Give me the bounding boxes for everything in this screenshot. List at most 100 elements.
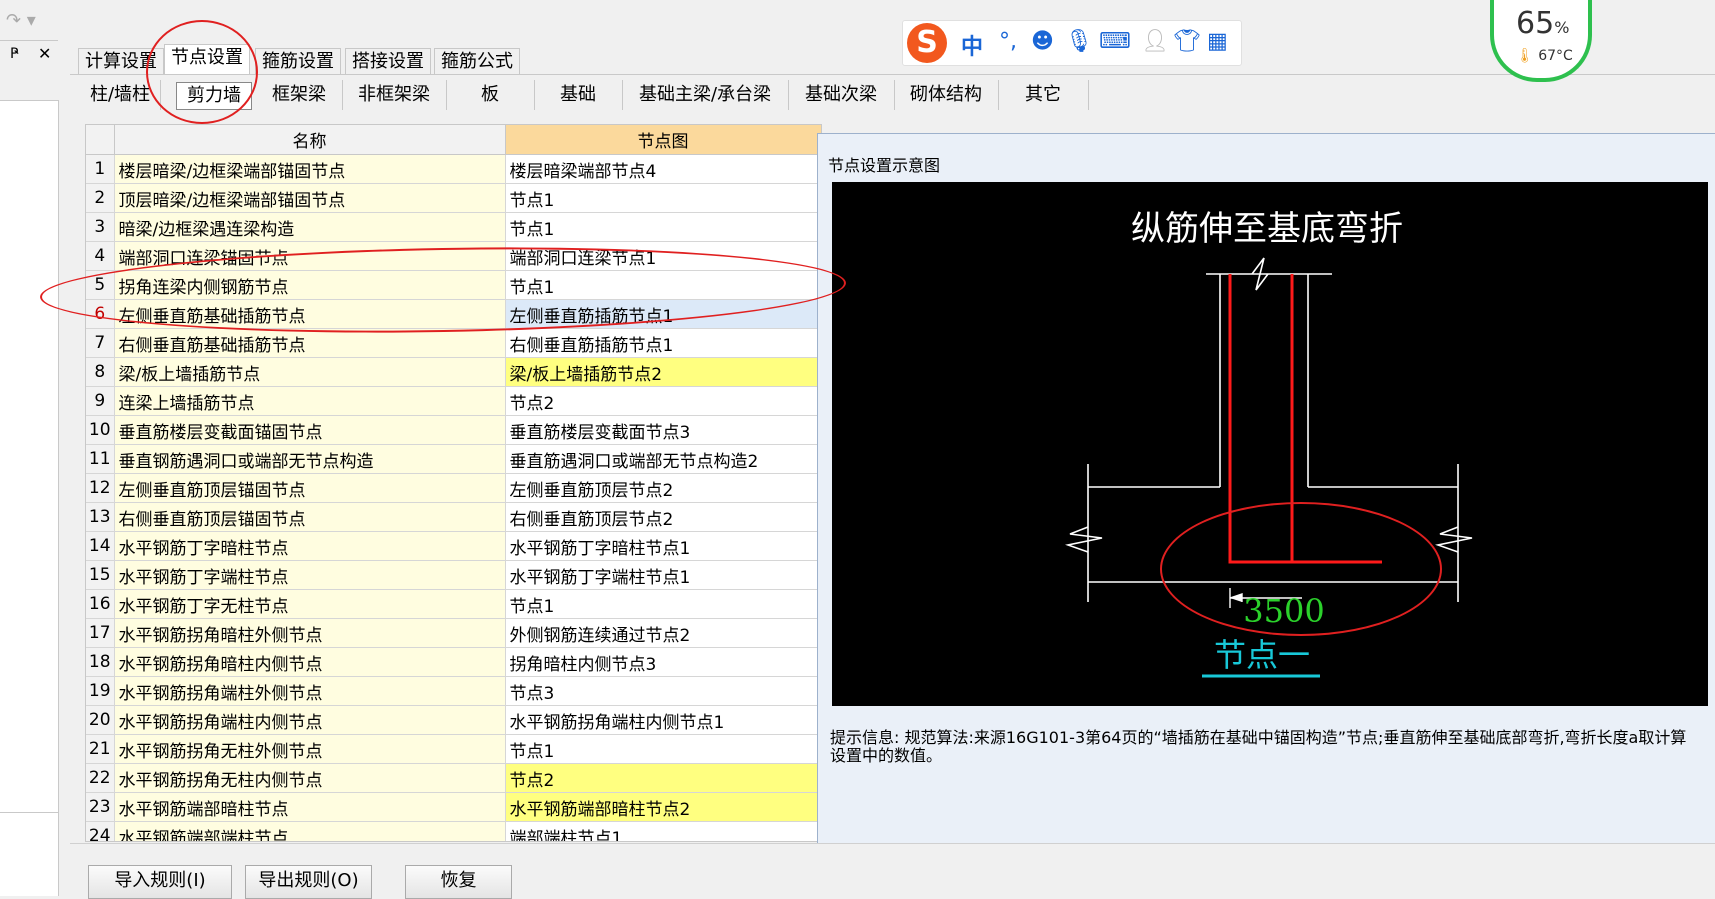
row-name-cell[interactable]: 水平钢筋拐角端柱外侧节点 — [114, 676, 506, 706]
row-name-cell[interactable]: 梁/板上墙插筋节点 — [114, 357, 506, 387]
table-row[interactable]: 20 水平钢筋拐角端柱内侧节点 水平钢筋拐角端柱内侧节点1 — [86, 705, 821, 735]
punctuation-icon[interactable]: °, — [999, 29, 1017, 54]
keyboard-icon[interactable]: ⌨ — [1099, 29, 1131, 54]
row-node-cell[interactable]: 水平钢筋丁字端柱节点1 — [505, 560, 821, 590]
ime-mode-toggle[interactable]: 中 — [961, 29, 983, 61]
table-row[interactable]: 12 左侧垂直筋顶层锚固节点 左侧垂直筋顶层节点2 — [86, 473, 821, 503]
row-node-cell[interactable]: 拐角暗柱内侧节点3 — [505, 647, 821, 677]
subtab-masonry[interactable]: 砌体结构 — [894, 80, 999, 110]
row-node-cell[interactable]: 垂直筋楼层变截面节点3 — [505, 415, 821, 445]
close-icon[interactable]: ✕ — [38, 44, 51, 63]
pin-icon[interactable]: Ҏ — [10, 46, 18, 62]
row-number: 8 — [86, 357, 115, 387]
row-name-cell[interactable]: 水平钢筋端部端柱节点 — [114, 821, 506, 841]
table-row[interactable]: 21 水平钢筋拐角无柱外侧节点 节点1 — [86, 734, 821, 764]
left-dock-content — [0, 100, 59, 896]
row-node-cell[interactable]: 右侧垂直筋顶层节点2 — [505, 502, 821, 532]
row-number: 16 — [86, 589, 115, 619]
row-name-cell[interactable]: 水平钢筋拐角无柱外侧节点 — [114, 734, 506, 764]
row-name-cell[interactable]: 右侧垂直筋基础插筋节点 — [114, 328, 506, 358]
row-name-cell[interactable]: 水平钢筋丁字无柱节点 — [114, 589, 506, 619]
table-row[interactable]: 17 水平钢筋拐角暗柱外侧节点 外侧钢筋连续通过节点2 — [86, 618, 821, 648]
row-name-cell[interactable]: 垂直筋楼层变截面锚固节点 — [114, 415, 506, 445]
table-row[interactable]: 3 暗梁/边框梁遇连梁构造 节点1 — [86, 212, 821, 242]
table-row[interactable]: 2 顶层暗梁/边框梁端部锚固节点 节点1 — [86, 183, 821, 213]
row-node-cell[interactable]: 外侧钢筋连续通过节点2 — [505, 618, 821, 648]
row-name-cell[interactable]: 顶层暗梁/边框梁端部锚固节点 — [114, 183, 506, 213]
row-node-cell[interactable]: 水平钢筋拐角端柱内侧节点1 — [505, 705, 821, 735]
row-node-cell[interactable]: 水平钢筋丁字暗柱节点1 — [505, 531, 821, 561]
table-row[interactable]: 11 垂直钢筋遇洞口或端部无节点构造 垂直筋遇洞口或端部无节点构造2 — [86, 444, 821, 474]
row-name-cell[interactable]: 连梁上墙插筋节点 — [114, 386, 506, 416]
sogou-logo-icon[interactable]: S — [907, 23, 947, 63]
row-name-cell[interactable]: 右侧垂直筋顶层锚固节点 — [114, 502, 506, 532]
row-name-cell[interactable]: 水平钢筋丁字端柱节点 — [114, 560, 506, 590]
table-row[interactable]: 1 楼层暗梁/边框梁端部锚固节点 楼层暗梁端部节点4 — [86, 154, 821, 184]
table-row[interactable]: 16 水平钢筋丁字无柱节点 节点1 — [86, 589, 821, 619]
table-row[interactable]: 7 右侧垂直筋基础插筋节点 右侧垂直筋插筋节点1 — [86, 328, 821, 358]
tab-stirrup-formula[interactable]: 箍筋公式 — [434, 48, 520, 75]
tab-stirrup-settings[interactable]: 箍筋设置 — [255, 48, 341, 75]
subtab-other[interactable]: 其它 — [998, 80, 1089, 110]
row-node-cell[interactable]: 节点1 — [505, 183, 821, 213]
row-name-cell[interactable]: 水平钢筋丁字暗柱节点 — [114, 531, 506, 561]
row-number: 20 — [86, 705, 115, 735]
row-name-cell[interactable]: 水平钢筋拐角无柱内侧节点 — [114, 763, 506, 793]
microphone-icon[interactable]: 🎙︎ — [1065, 29, 1093, 54]
export-rules-button[interactable]: 导出规则(O) — [245, 865, 372, 899]
row-name-cell[interactable]: 水平钢筋拐角暗柱内侧节点 — [114, 647, 506, 677]
table-row[interactable]: 10 垂直筋楼层变截面锚固节点 垂直筋楼层变截面节点3 — [86, 415, 821, 445]
row-name-cell[interactable]: 楼层暗梁/边框梁端部锚固节点 — [114, 154, 506, 184]
table-row[interactable]: 15 水平钢筋丁字端柱节点 水平钢筋丁字端柱节点1 — [86, 560, 821, 590]
row-node-cell[interactable]: 节点3 — [505, 676, 821, 706]
node-column-header[interactable]: 节点图 — [505, 125, 821, 155]
table-row[interactable]: 8 梁/板上墙插筋节点 梁/板上墙插筋节点2 — [86, 357, 821, 387]
subtab-slab[interactable]: 板 — [446, 80, 535, 110]
skin-icon[interactable]: 👕︎ — [1173, 29, 1201, 54]
row-name-cell[interactable]: 水平钢筋拐角端柱内侧节点 — [114, 705, 506, 735]
cpu-usage-widget[interactable]: 65% 🌡︎ 67°C — [1490, 0, 1592, 82]
row-node-cell[interactable]: 节点1 — [505, 589, 821, 619]
row-name-cell[interactable]: 水平钢筋拐角暗柱外侧节点 — [114, 618, 506, 648]
import-rules-button[interactable]: 导入规则(I) — [88, 865, 232, 899]
subtab-foundation-secondary-beam[interactable]: 基础次梁 — [788, 80, 895, 110]
row-name-cell[interactable]: 暗梁/边框梁遇连梁构造 — [114, 212, 506, 242]
subtab-non-frame-beam[interactable]: 非框架梁 — [342, 80, 447, 110]
table-row[interactable]: 14 水平钢筋丁字暗柱节点 水平钢筋丁字暗柱节点1 — [86, 531, 821, 561]
row-node-cell[interactable]: 楼层暗梁端部节点4 — [505, 154, 821, 184]
grid-icon[interactable]: ▦ — [1207, 29, 1228, 54]
table-row[interactable]: 9 连梁上墙插筋节点 节点2 — [86, 386, 821, 416]
row-node-cell[interactable]: 垂直筋遇洞口或端部无节点构造2 — [505, 444, 821, 474]
table-row[interactable]: 13 右侧垂直筋顶层锚固节点 右侧垂直筋顶层节点2 — [86, 502, 821, 532]
subtab-foundation[interactable]: 基础 — [534, 80, 623, 110]
row-node-cell[interactable]: 节点2 — [505, 386, 821, 416]
subtab-frame-beam[interactable]: 框架梁 — [256, 80, 343, 110]
user-icon[interactable]: 👤︎ — [1141, 29, 1169, 54]
row-number: 4 — [86, 241, 115, 271]
table-row[interactable]: 19 水平钢筋拐角端柱外侧节点 节点3 — [86, 676, 821, 706]
subtab-foundation-main-beam[interactable]: 基础主梁/承台梁 — [622, 80, 789, 110]
row-node-cell[interactable]: 左侧垂直筋顶层节点2 — [505, 473, 821, 503]
row-node-cell[interactable]: 节点1 — [505, 212, 821, 242]
restore-button[interactable]: 恢复 — [405, 865, 512, 899]
row-node-cell[interactable]: 节点2 — [505, 763, 821, 793]
tab-lap-settings[interactable]: 搭接设置 — [345, 48, 431, 75]
row-name-cell[interactable]: 水平钢筋端部暗柱节点 — [114, 792, 506, 822]
row-node-cell[interactable]: 端部端柱节点1 — [505, 821, 821, 841]
table-row[interactable]: 18 水平钢筋拐角暗柱内侧节点 拐角暗柱内侧节点3 — [86, 647, 821, 677]
table-row[interactable]: 23 水平钢筋端部暗柱节点 水平钢筋端部暗柱节点2 — [86, 792, 821, 822]
row-name-cell[interactable]: 垂直钢筋遇洞口或端部无节点构造 — [114, 444, 506, 474]
row-node-cell[interactable]: 梁/板上墙插筋节点2 — [505, 357, 821, 387]
row-number: 3 — [86, 212, 115, 242]
node-settings-table: 名称 节点图 1 楼层暗梁/边框梁端部锚固节点 楼层暗梁端部节点4 2 顶层暗梁/边框梁… — [85, 124, 822, 842]
redo-icon[interactable]: ↷ ▾ — [6, 10, 36, 31]
emoji-icon[interactable]: ☻ — [1031, 29, 1054, 54]
table-row[interactable]: 22 水平钢筋拐角无柱内侧节点 节点2 — [86, 763, 821, 793]
row-node-cell[interactable]: 右侧垂直筋插筋节点1 — [505, 328, 821, 358]
table-row[interactable]: 24 水平钢筋端部端柱节点 端部端柱节点1 — [86, 821, 821, 841]
row-name-cell[interactable]: 左侧垂直筋顶层锚固节点 — [114, 473, 506, 503]
row-node-cell[interactable]: 水平钢筋端部暗柱节点2 — [505, 792, 821, 822]
name-column-header[interactable]: 名称 — [114, 125, 506, 155]
row-number: 10 — [86, 415, 115, 445]
row-node-cell[interactable]: 节点1 — [505, 734, 821, 764]
